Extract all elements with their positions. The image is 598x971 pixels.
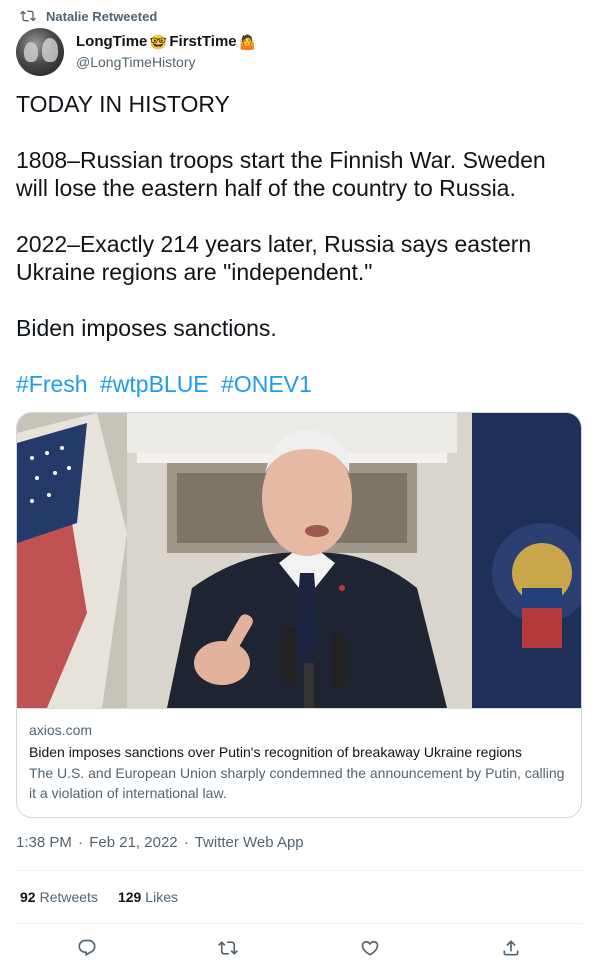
likes-label: Likes <box>145 889 178 905</box>
meta-separator: · <box>183 834 189 851</box>
like-icon[interactable] <box>360 938 380 958</box>
retweet-label[interactable]: Natalie Retweeted <box>46 9 157 24</box>
retweet-icon[interactable] <box>218 938 239 958</box>
tweet-paragraph: Biden imposes sanctions. <box>16 315 277 341</box>
card-body: axios.com Biden imposes sanctions over P… <box>17 708 581 815</box>
tweet-paragraph: 1808–Russian troops start the Finnish Wa… <box>16 147 546 201</box>
likes-count: 129 <box>117 889 142 905</box>
tweet-paragraph: TODAY IN HISTORY <box>16 91 230 117</box>
link-preview-card[interactable]: axios.com Biden imposes sanctions over P… <box>16 412 582 818</box>
hashtag-link[interactable]: #wtpBLUE <box>100 371 209 397</box>
divider <box>16 923 582 924</box>
person-shrugging-emoji-icon: 🤷 <box>238 34 257 50</box>
display-name-part2: FirstTime <box>169 33 237 50</box>
tweet-time[interactable]: 1:38 PM <box>16 834 72 851</box>
retweet-context: Natalie Retweeted <box>20 8 157 24</box>
tweet-source[interactable]: Twitter Web App <box>195 834 304 851</box>
avatar[interactable] <box>16 28 64 76</box>
card-photo <box>17 413 581 708</box>
nerd-face-emoji-icon: 🤓 <box>149 34 168 50</box>
tweet-body: TODAY IN HISTORY 1808–Russian troops sta… <box>16 90 582 398</box>
retweet-icon <box>20 10 36 22</box>
retweets-stat[interactable]: 92 Retweets <box>20 889 98 905</box>
reply-icon[interactable] <box>77 938 97 958</box>
tweet-meta: 1:38 PM · Feb 21, 2022 · Twitter Web App <box>16 834 306 851</box>
likes-stat[interactable]: 129 Likes <box>118 889 178 905</box>
tweet-author[interactable]: LongTime 🤓 FirstTime 🤷 @LongTimeHistory <box>16 28 257 76</box>
tweet-stats: 92 Retweets 129 Likes <box>20 889 178 905</box>
share-icon[interactable] <box>501 938 521 958</box>
hashtag-link[interactable]: #Fresh <box>16 371 88 397</box>
card-description: The U.S. and European Union sharply cond… <box>29 765 565 801</box>
tweet-date[interactable]: Feb 21, 2022 <box>89 834 177 851</box>
retweets-count: 92 <box>20 889 36 905</box>
hashtag-link[interactable]: #ONEV1 <box>221 371 312 397</box>
display-name[interactable]: LongTime 🤓 FirstTime 🤷 <box>76 32 257 52</box>
tweet-paragraph: 2022–Exactly 214 years later, Russia say… <box>16 231 532 285</box>
card-domain: axios.com <box>29 722 93 738</box>
meta-separator: · <box>78 834 84 851</box>
retweets-label: Retweets <box>39 889 98 905</box>
tweet-actions <box>16 936 582 960</box>
user-handle[interactable]: @LongTimeHistory <box>76 52 257 72</box>
card-title[interactable]: Biden imposes sanctions over Putin's rec… <box>29 742 569 762</box>
display-name-part1: LongTime <box>76 33 148 50</box>
card-image[interactable] <box>17 413 581 708</box>
hashtag-list: #Fresh #wtpBLUE #ONEV1 <box>16 370 582 398</box>
divider <box>16 870 582 871</box>
